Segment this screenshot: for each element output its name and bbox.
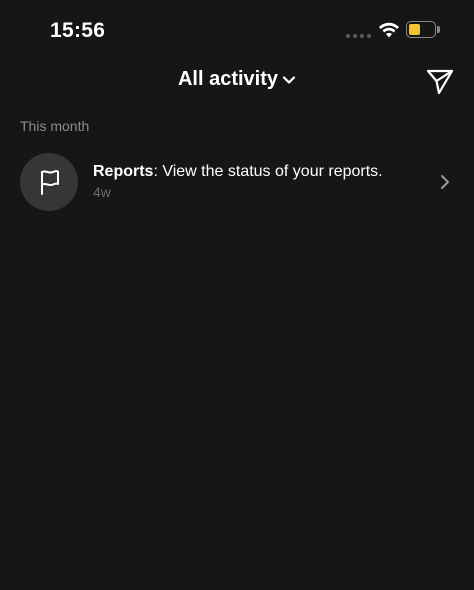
battery-icon [406,21,436,38]
avatar [20,153,78,211]
list-item-title: Reports [93,163,154,180]
activity-filter-dropdown[interactable]: All activity [0,68,474,91]
list-item-reports[interactable]: Reports: View the status of your reports… [0,150,474,214]
page-title: All activity [177,68,279,90]
chevron-down-icon [282,75,296,84]
header: All activity [0,60,474,102]
paper-plane-icon [426,69,454,95]
signal-dots-icon [346,34,371,38]
list-item-text: Reports: View the status of your reports… [93,163,383,181]
status-bar: 15:56 [0,0,474,60]
section-label: This month [20,118,90,134]
flag-icon [41,170,59,195]
wifi-icon [379,22,399,38]
list-item-time: 4w [93,184,111,200]
battery-tip [437,26,440,33]
status-time: 15:56 [50,19,106,42]
send-button[interactable] [424,67,456,95]
list-item-description: : View the status of your reports. [153,163,383,180]
chevron-right-icon [441,175,449,189]
